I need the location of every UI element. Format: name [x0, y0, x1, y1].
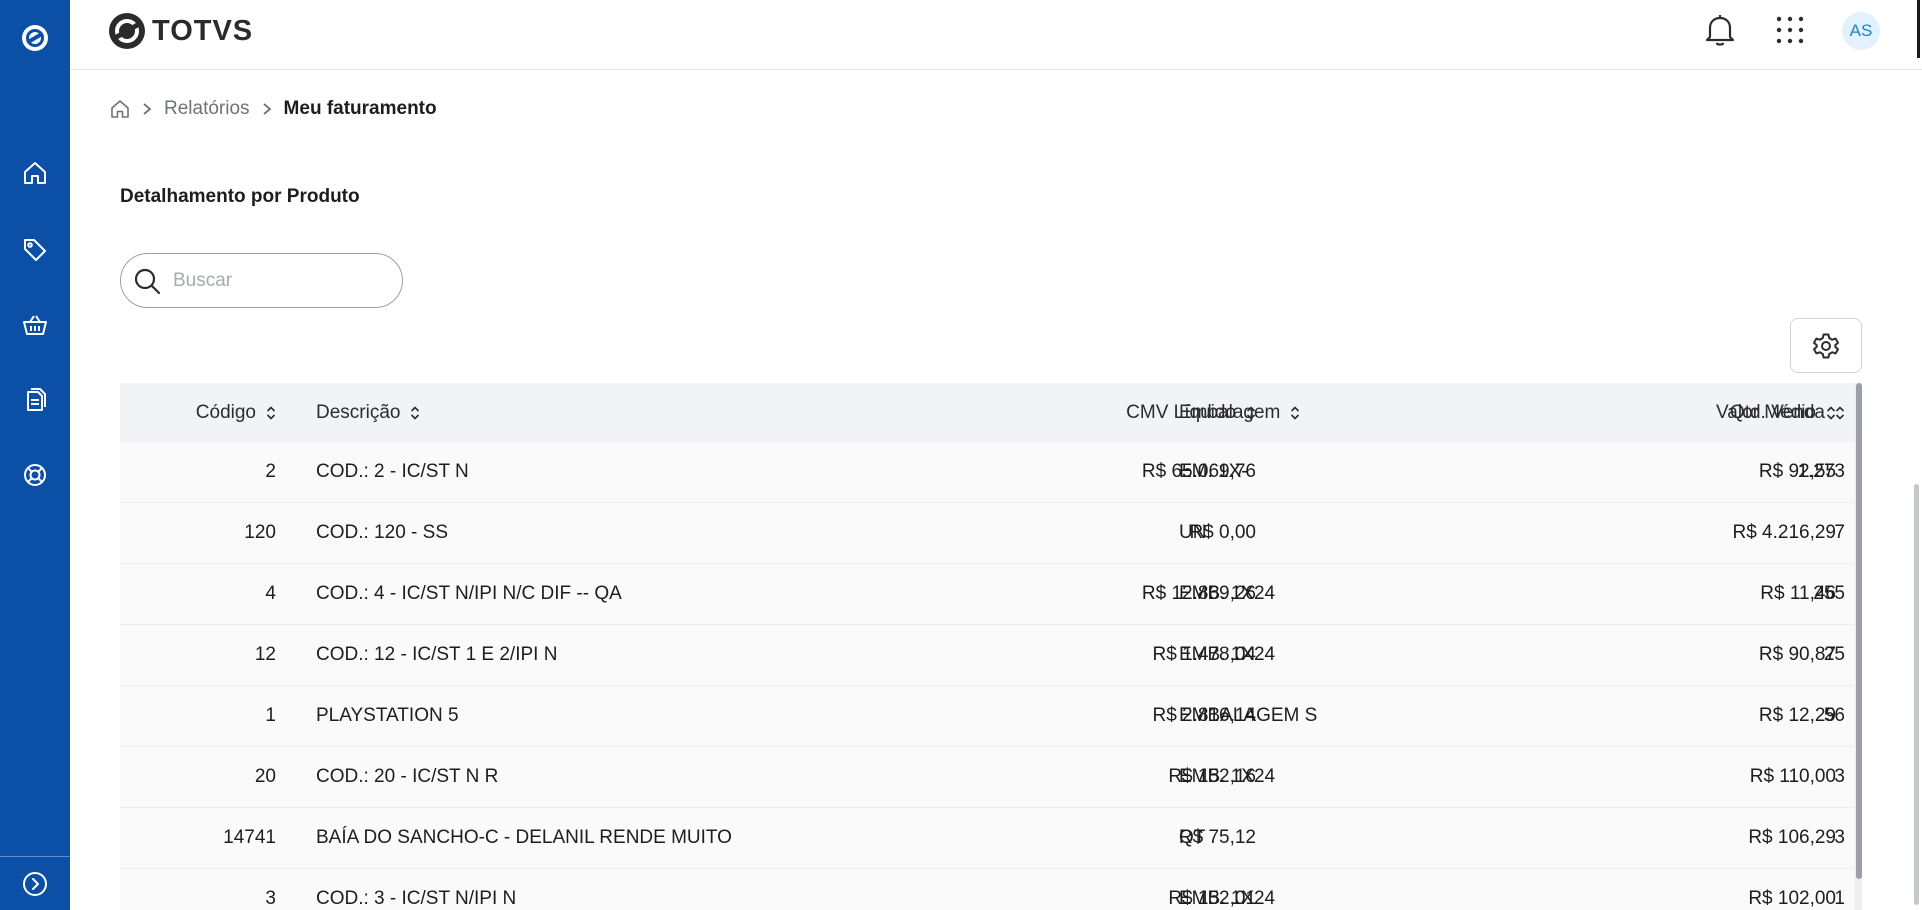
- cell-embalagem: EMBALAGEM S: [1179, 705, 1318, 726]
- cell-codigo: 4: [265, 583, 276, 604]
- cell-descricao: COD.: 20 - IC/ST N R: [316, 766, 499, 787]
- tag-icon[interactable]: [0, 222, 70, 278]
- chevron-right-icon: [262, 102, 272, 116]
- cell-valor: R$ 92,55: [1758, 461, 1836, 482]
- lifebuoy-icon[interactable]: [0, 447, 70, 503]
- product-table: Código Descrição CMV Líquido Embalagem Q…: [120, 383, 1862, 910]
- column-header-valor[interactable]: Valor Médio: [1620, 383, 1836, 442]
- column-header-descricao[interactable]: Descrição: [316, 383, 420, 442]
- search-box: [120, 253, 403, 308]
- cell-codigo: 1: [265, 705, 276, 726]
- sort-icon: [1290, 405, 1300, 421]
- column-header-label: Descrição: [316, 401, 401, 423]
- home-icon[interactable]: [0, 145, 70, 201]
- chevron-right-circle-icon[interactable]: [0, 858, 70, 910]
- basket-icon[interactable]: [0, 297, 70, 353]
- gear-icon: [1812, 332, 1840, 360]
- top-header: TOTVS AS: [70, 0, 1922, 70]
- cell-valor: R$ 12,29: [1758, 705, 1836, 726]
- column-header-label: Embalagem: [1179, 401, 1281, 423]
- cell-valor: R$ 110,00: [1749, 766, 1836, 787]
- cell-codigo: 20: [254, 766, 276, 787]
- rail-divider: [0, 856, 70, 857]
- sort-icon: [1835, 405, 1845, 421]
- brand-logo[interactable]: TOTVS: [108, 11, 253, 51]
- cell-codigo: 14741: [223, 827, 276, 848]
- breadcrumb: Relatórios Meu faturamento: [110, 96, 437, 122]
- sort-icon: [410, 405, 420, 421]
- cell-valor: R$ 102,00: [1748, 888, 1836, 909]
- table-row[interactable]: 4 COD.: 4 - IC/ST N/IPI N/C DIF -- QA R$ 1…: [120, 564, 1862, 625]
- cell-valor: R$ 11,46: [1760, 583, 1836, 604]
- table-row[interactable]: 1 PLAYSTATION 5 R$ 2.816,14 EMBALAGEM S 56 R$…: [120, 686, 1862, 747]
- cell-embalagem: EMB. 1X24: [1179, 766, 1276, 787]
- table-row[interactable]: 12 COD.: 12 - IC/ST 1 E 2/IPI N R$ 1.478,0…: [120, 625, 1862, 686]
- search-icon: [133, 267, 161, 295]
- cell-embalagem: EMB. 1X24: [1179, 888, 1276, 909]
- breadcrumb-item-current: Meu faturamento: [283, 98, 437, 119]
- cell-descricao: COD.: 12 - IC/ST 1 E 2/IPI N: [316, 644, 558, 665]
- cell-codigo: 2: [265, 461, 276, 482]
- table-row[interactable]: 14741 BAÍA DO SANCHO-C - DELANIL RENDE MU…: [120, 808, 1862, 869]
- page-scrollbar-thumb[interactable]: [1914, 484, 1919, 905]
- cell-codigo: 3: [265, 888, 276, 909]
- column-header-embalagem[interactable]: Embalagem: [1179, 383, 1300, 442]
- cell-codigo: 120: [244, 522, 276, 543]
- cell-embalagem: EMB. 1X24: [1179, 583, 1276, 604]
- table-settings-button[interactable]: [1790, 318, 1862, 373]
- cell-descricao: COD.: 2 - IC/ST N: [316, 461, 469, 482]
- sort-icon: [266, 405, 276, 421]
- section-title: Detalhamento por Produto: [120, 186, 360, 207]
- column-header-codigo[interactable]: Código: [120, 383, 276, 442]
- column-header-label: Valor Médio: [1716, 401, 1816, 423]
- cell-embalagem: UN: [1179, 522, 1207, 543]
- window-edge: [1917, 0, 1920, 58]
- side-rail: [0, 0, 70, 910]
- cell-valor: R$ 90,87: [1758, 644, 1836, 665]
- cell-valor: R$ 106,29: [1748, 827, 1836, 848]
- cell-descricao: PLAYSTATION 5: [316, 705, 459, 726]
- documents-icon[interactable]: [0, 372, 70, 428]
- cell-descricao: COD.: 4 - IC/ST N/IPI N/C DIF -- QA: [316, 583, 622, 604]
- apps-grid-icon[interactable]: [1768, 8, 1812, 52]
- cell-embalagem: EMB. 1X24: [1179, 644, 1276, 665]
- table-header: Código Descrição CMV Líquido Embalagem Q…: [120, 383, 1862, 442]
- cell-embalagem: QT: [1179, 827, 1206, 848]
- cell-descricao: COD.: 3 - IC/ST N/IPI N: [316, 888, 517, 909]
- avatar[interactable]: AS: [1842, 12, 1880, 50]
- cell-codigo: 12: [254, 644, 276, 665]
- breadcrumb-home-icon[interactable]: [110, 99, 130, 119]
- breadcrumb-item-relatorios[interactable]: Relatórios: [164, 98, 250, 120]
- table-row[interactable]: 20 COD.: 20 - IC/ST N R R$ 152,16 EMB. 1X24…: [120, 747, 1862, 808]
- cell-descricao: BAÍA DO SANCHO-C - DELANIL RENDE MUITO: [316, 827, 732, 848]
- totvs-logo-icon[interactable]: [0, 10, 70, 66]
- table-scrollbar-thumb[interactable]: [1856, 383, 1862, 879]
- table-row[interactable]: 120 COD.: 120 - SS R$ 0,00 UN 7 R$ 4.216,29: [120, 503, 1862, 564]
- column-header-label: Código: [195, 401, 256, 423]
- search-input[interactable]: [173, 269, 393, 292]
- cell-embalagem: EM. 1X-: [1179, 461, 1248, 482]
- brand-name: TOTVS: [152, 14, 254, 47]
- table-row[interactable]: 3 COD.: 3 - IC/ST N/IPI N R$ 152,01 EMB. 1X…: [120, 869, 1862, 910]
- chevron-right-icon: [142, 102, 152, 116]
- table-row[interactable]: 2 COD.: 2 - IC/ST N R$ 65.069,76 EM. 1X- 1.2…: [120, 442, 1862, 503]
- sort-icon: [1826, 405, 1836, 421]
- bell-icon[interactable]: [1698, 8, 1742, 52]
- cell-valor: R$ 4.216,29: [1732, 522, 1836, 543]
- cell-descricao: COD.: 120 - SS: [316, 522, 448, 543]
- totvs-brand-icon: [109, 13, 145, 49]
